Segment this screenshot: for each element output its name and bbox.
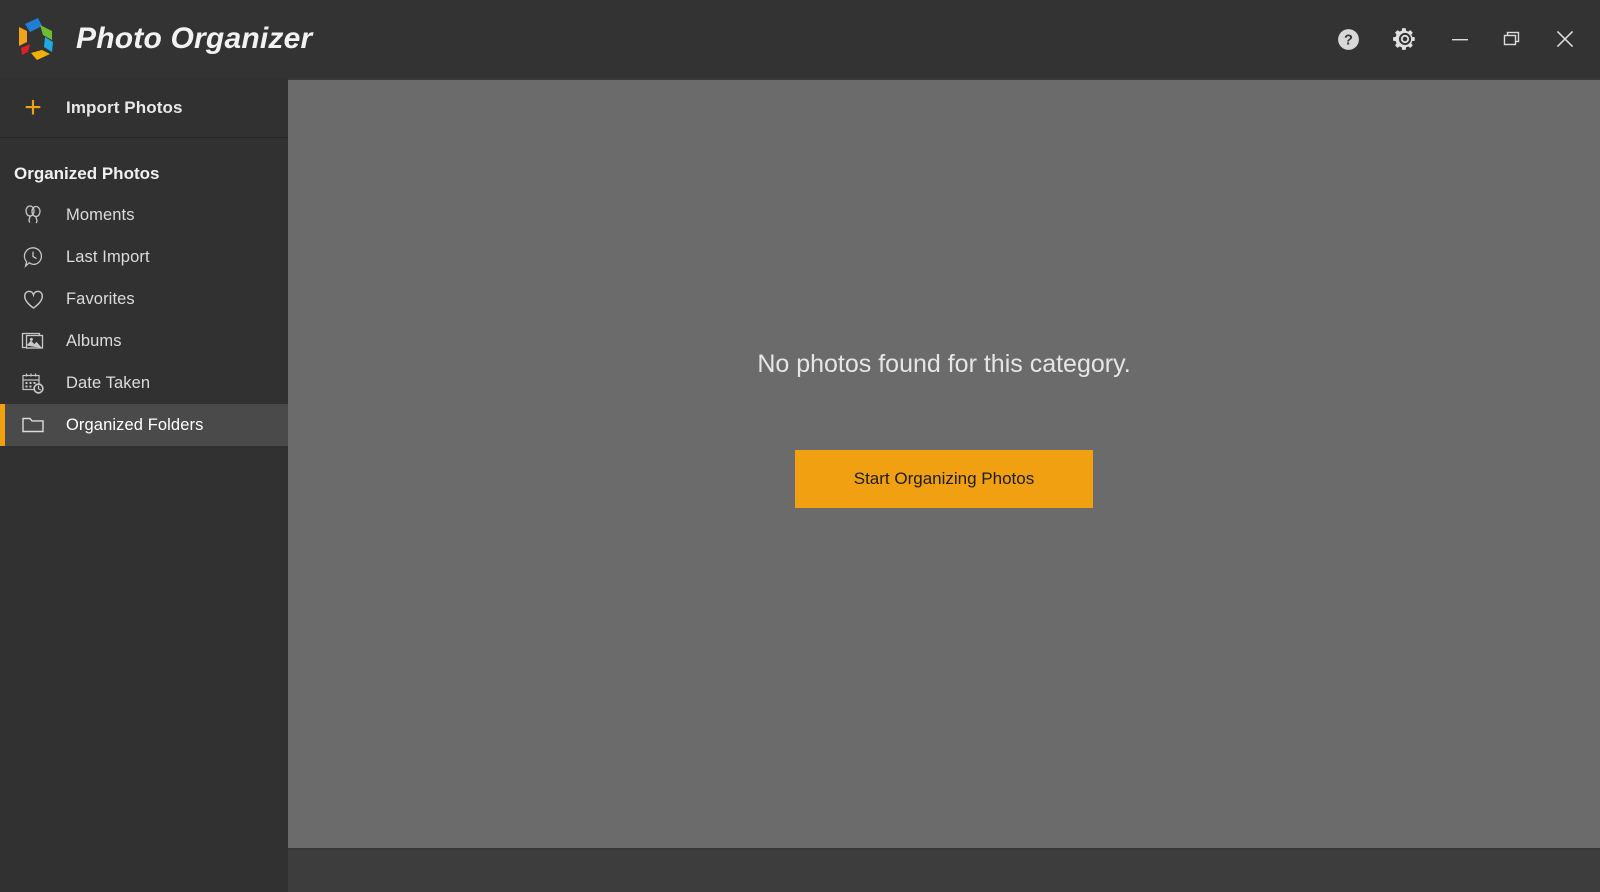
minimize-button[interactable]	[1434, 0, 1486, 78]
section-title-organized-photos: Organized Photos	[14, 164, 160, 183]
gear-icon	[1393, 28, 1415, 50]
selection-accent-bar	[0, 278, 5, 320]
start-organizing-photos-button[interactable]: Start Organizing Photos	[795, 450, 1093, 508]
status-bar	[288, 850, 1600, 892]
selection-accent-bar	[0, 320, 5, 362]
sidebar-item-label: Albums	[66, 331, 122, 350]
app-brand: Photo Organizer	[0, 16, 312, 62]
help-button[interactable]: ?	[1320, 0, 1376, 78]
empty-state-message: No photos found for this category.	[757, 350, 1131, 378]
minimize-icon	[1452, 39, 1468, 41]
selection-accent-bar	[0, 236, 5, 278]
sidebar-item-label: Last Import	[66, 247, 150, 266]
photo-organizer-window: Photo Organizer ? + Import Photos Organi…	[0, 0, 1600, 892]
restore-button[interactable]	[1486, 0, 1538, 78]
sidebar-item-favorites[interactable]: Favorites	[0, 278, 288, 320]
balloons-icon	[0, 203, 66, 227]
sidebar-item-albums[interactable]: Albums	[0, 320, 288, 362]
help-circle-icon: ?	[1337, 28, 1359, 50]
title-bar: Photo Organizer ?	[0, 0, 1600, 78]
window-controls: ?	[1320, 0, 1600, 78]
sidebar-item-last-import[interactable]: Last Import	[0, 236, 288, 278]
sidebar-item-organized-folders[interactable]: Organized Folders	[0, 404, 288, 446]
hexagon-ring-logo-icon	[14, 16, 58, 62]
svg-text:?: ?	[1344, 32, 1353, 48]
main-content-area: No photos found for this category. Start…	[288, 80, 1600, 848]
folder-icon	[0, 412, 66, 438]
heart-icon	[0, 287, 66, 312]
sidebar-item-label: Moments	[66, 205, 135, 224]
app-title: Photo Organizer	[76, 22, 313, 55]
sidebar-bottom-filler	[0, 848, 288, 892]
settings-button[interactable]	[1376, 0, 1434, 78]
sidebar-item-label: Favorites	[66, 289, 135, 308]
sidebar-nav: Moments Last Import Favorites Albums Dat…	[0, 194, 288, 446]
sidebar: + Import Photos Organized Photos Moments	[0, 78, 288, 892]
sidebar-item-moments[interactable]: Moments	[0, 194, 288, 236]
sidebar-item-date-taken[interactable]: Date Taken	[0, 362, 288, 404]
close-icon	[1556, 30, 1574, 48]
photo-stack-icon	[0, 328, 66, 354]
plus-icon: +	[24, 90, 42, 124]
selection-accent-bar	[0, 362, 5, 404]
restore-window-icon	[1503, 31, 1520, 46]
sidebar-item-label: Date Taken	[66, 373, 151, 392]
calendar-clock-icon	[0, 370, 66, 396]
close-button[interactable]	[1538, 0, 1600, 78]
selection-accent-bar	[0, 404, 5, 446]
import-photos-button[interactable]: + Import Photos	[0, 78, 288, 138]
clock-tag-icon	[0, 245, 66, 269]
sidebar-item-label: Organized Folders	[66, 415, 204, 434]
selection-accent-bar	[0, 194, 5, 236]
import-photos-label: Import Photos	[66, 97, 183, 117]
empty-state: No photos found for this category. Start…	[288, 350, 1600, 508]
